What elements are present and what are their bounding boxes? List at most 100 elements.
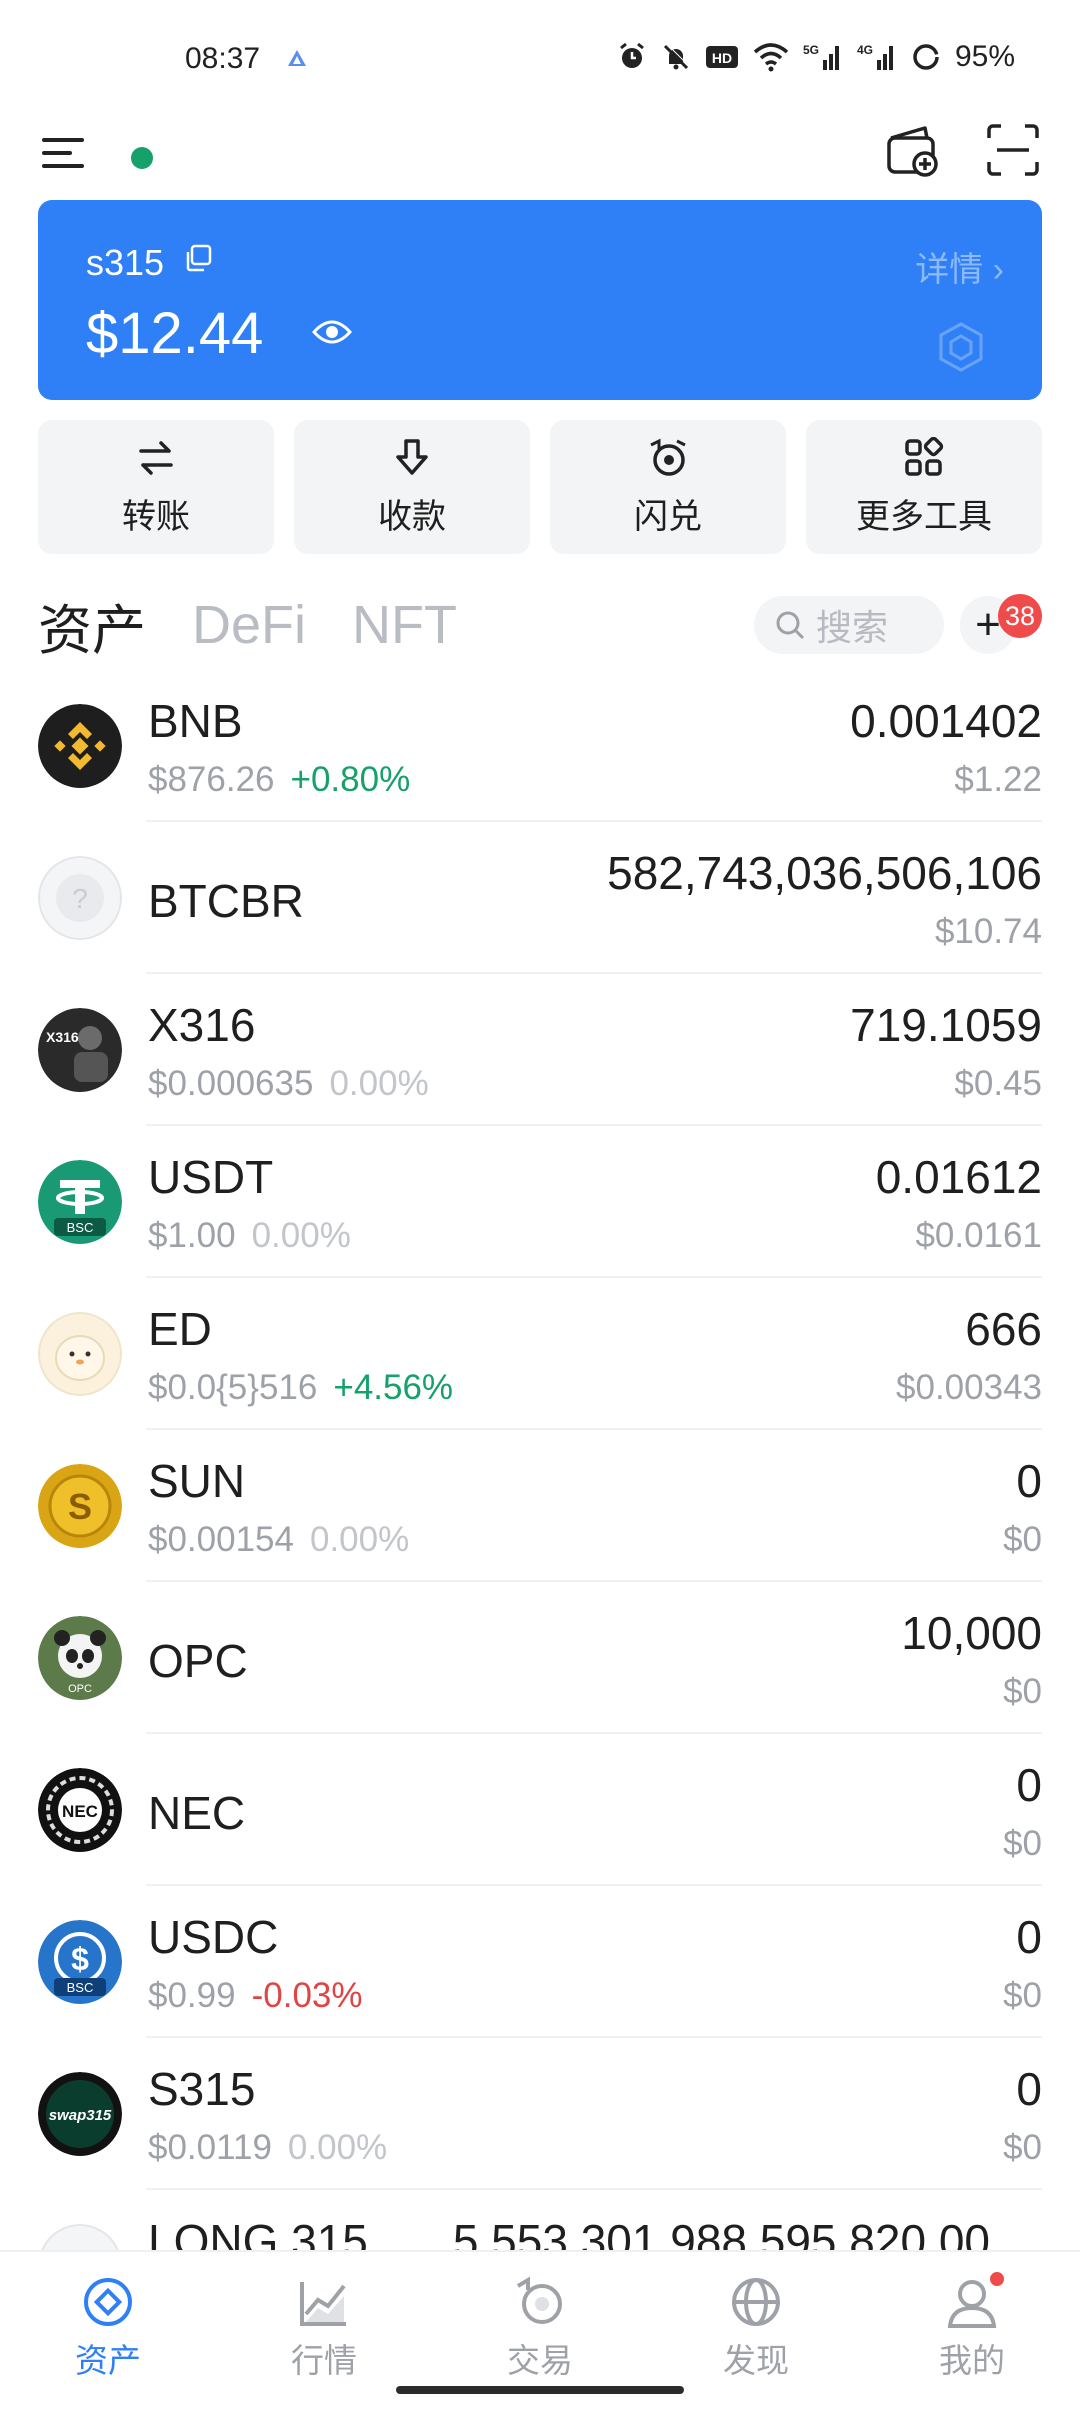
tab-defi[interactable]: DeFi [192,594,306,656]
svg-text:swap315: swap315 [49,2107,112,2124]
token-symbol: X316 [148,999,256,1051]
market-icon [300,2282,346,2326]
receive-button[interactable]: 收款 [294,420,530,554]
copy-icon[interactable] [184,244,212,272]
signal-4g-icon: 4G [857,43,893,70]
token-row-s315[interactable]: swap315 S315 $0.0119 0.00% 0 $0 [0,2038,1080,2190]
token-price-line: $0.000635 0.00% [148,1064,429,1104]
token-change: 0.00% [287,2128,388,2167]
token-value: $0.45 [954,1064,1042,1103]
svg-text:BSC: BSC [67,1980,94,1995]
wifi-icon [753,43,789,72]
transfer-button[interactable]: 转账 [38,420,274,554]
quick-actions: 转账 收款 闪兑 更多工具 [38,420,1042,554]
token-row-partial[interactable]: LONG 315 5,553,301,988,595,820.00 [0,2190,1080,2250]
token-row-usdt[interactable]: BSC USDT $1.00 0.00% 0.01612 $0.0161 [0,1126,1080,1278]
token-row-x316[interactable]: X316 X316 $0.000635 0.00% 719.1059 $0.45 [0,974,1080,1126]
nec-icon: NEC [38,1768,122,1852]
token-value: $0 [1003,2128,1042,2167]
search-input[interactable]: 搜索 [754,596,944,654]
token-value: $0.0161 [915,1216,1042,1255]
token-symbol: USDC [148,1911,279,1963]
nav-label: 资产 [75,2342,141,2379]
swap-button[interactable]: 闪兑 [550,420,786,554]
token-symbol: LONG 315 [148,2215,368,2250]
status-icons: HD 5G 4G 95% [617,40,1015,74]
unknown-token-icon: ? [38,856,122,940]
search-placeholder: 搜索 [816,607,889,648]
token-amount: 5,553,301,988,595,820.00 [452,2215,990,2250]
token-price-line: $0.00154 0.00% [148,1520,409,1560]
tab-nft[interactable]: NFT [352,594,457,656]
scan-icon[interactable] [985,122,1041,178]
swap315-icon: swap315 [38,2072,122,2156]
wallet-balance: $12.44 [86,301,264,366]
token-symbol: USDT [148,1151,274,1203]
alarm-icon [620,42,644,68]
token-symbol: NEC [148,1787,246,1839]
token-amount: 0 [1016,2063,1042,2115]
token-change: 0.00% [251,1216,351,1255]
opc-panda-icon: OPC [38,1616,122,1700]
battery-icon [913,44,939,70]
home-indicator[interactable] [396,2386,684,2394]
signal-5g-icon: 5G [803,43,839,70]
token-change: 0.00% [329,1064,429,1103]
bell-off-icon [663,43,690,70]
nav-profile[interactable]: 我的 [864,2252,1080,2412]
token-symbol: BNB [148,695,243,747]
svg-text:4G: 4G [857,43,873,57]
svg-text:5G: 5G [803,43,819,57]
token-row-opc[interactable]: OPC OPC 10,000 $0 [0,1582,1080,1734]
nav-assets[interactable]: 资产 [0,2252,216,2412]
token-price: $0.0119 [148,2128,272,2167]
x316-icon: X316 [38,1008,122,1092]
svg-text:HD: HD [712,50,732,66]
token-change: +0.80% [290,760,411,799]
wallet-add-icon[interactable] [885,122,941,178]
transfer-label: 转账 [122,497,190,536]
svg-text:BSC: BSC [67,1220,94,1235]
wallet-detail-link[interactable]: 详情 › [915,242,1004,291]
nav-label: 我的 [939,2342,1005,2379]
token-price-line: $0.0119 0.00% [148,2128,387,2168]
more-tools-button[interactable]: 更多工具 [806,420,1042,554]
top-bar [0,110,1080,195]
token-value: $0 [1003,1824,1042,1863]
token-change: -0.03% [251,1976,363,2015]
swap-label: 闪兑 [634,497,702,536]
token-row-bnb[interactable]: BNB $876.26 +0.80% 0.001402 $1.22 [0,670,1080,822]
nav-label: 行情 [291,2342,357,2379]
token-price-line: $0.0{5}516 +4.56% [148,1368,453,1408]
token-amount: 719.1059 [850,999,1042,1051]
token-price-line: $0.99 -0.03% [148,1976,363,2016]
eye-icon[interactable] [312,316,352,348]
search-icon [776,611,805,640]
tools-grid-icon [905,436,944,476]
token-row-usdc[interactable]: $ BSC USDC $0.99 -0.03% 0 $0 [0,1886,1080,2038]
wallet-card[interactable]: s315 详情 › $12.44 [38,200,1042,400]
token-price-line: $876.26 +0.80% [148,760,410,800]
menu-icon[interactable] [40,132,88,174]
token-row-sun[interactable]: S SUN $0.00154 0.00% 0 $0 [0,1430,1080,1582]
token-symbol: SUN [148,1455,246,1507]
receive-icon [396,438,428,475]
token-list: BNB $876.26 +0.80% 0.001402 $1.22 ? BTCBR… [0,670,1080,2250]
token-row-btcbr[interactable]: ? BTCBR 582,743,036,506,106 $10.74 [0,822,1080,974]
assets-icon [84,2278,132,2326]
token-row-ed[interactable]: ED $0.0{5}516 +4.56% 666 $0.00343 [0,1278,1080,1430]
battery-percent: 95% [954,40,1015,73]
token-amount: 0 [1016,1455,1042,1507]
token-value: $10.74 [934,912,1042,951]
chain-logo-icon [939,322,983,372]
token-symbol: ED [148,1303,212,1355]
token-amount: 666 [965,1303,1042,1355]
token-price: $0.000635 [148,1064,314,1103]
tab-assets[interactable]: 资产 [38,586,146,665]
token-value: $1.22 [954,760,1042,799]
partial-token-icon [38,2224,122,2250]
asset-tabs: 资产 DeFi NFT [38,585,457,665]
token-row-nec[interactable]: NEC NEC 0 $0 [0,1734,1080,1886]
svg-text:NEC: NEC [62,1802,98,1821]
swap-icon [650,438,686,476]
